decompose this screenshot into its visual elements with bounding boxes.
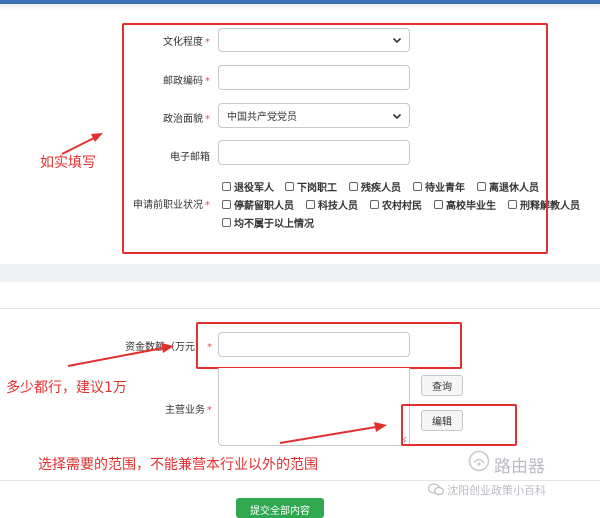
required-mark: * [207,405,212,416]
arrow-icon [67,343,174,367]
watermark-account: 沈阳创业政策小百科 [447,484,546,497]
router-logo-icon [468,450,490,472]
arrow-icon [279,422,387,444]
highlight-box-personal [122,23,548,254]
wechat-icon [428,483,444,496]
annotation-scope-hint: 选择需要的范围，不能兼营本行业以外的范围 [38,457,318,473]
highlight-box-funds [196,322,462,369]
watermark-site: 路由器 [494,457,545,477]
header-shadow [0,4,600,12]
annotation-amount-hint: 多少都行，建议1万 [6,380,127,396]
section-divider-line [0,308,600,309]
query-button[interactable]: 查询 [421,375,463,396]
main-business-label-text: 主营业务 [165,405,205,416]
section-divider-band [0,264,600,282]
footer-divider [0,480,600,481]
highlight-box-edit [401,404,517,446]
main-business-label: 主营业务 * [140,401,212,416]
annotation-fill-truthfully: 如实填写 [40,155,96,171]
submit-all-button[interactable]: 提交全部内容 [236,498,324,518]
